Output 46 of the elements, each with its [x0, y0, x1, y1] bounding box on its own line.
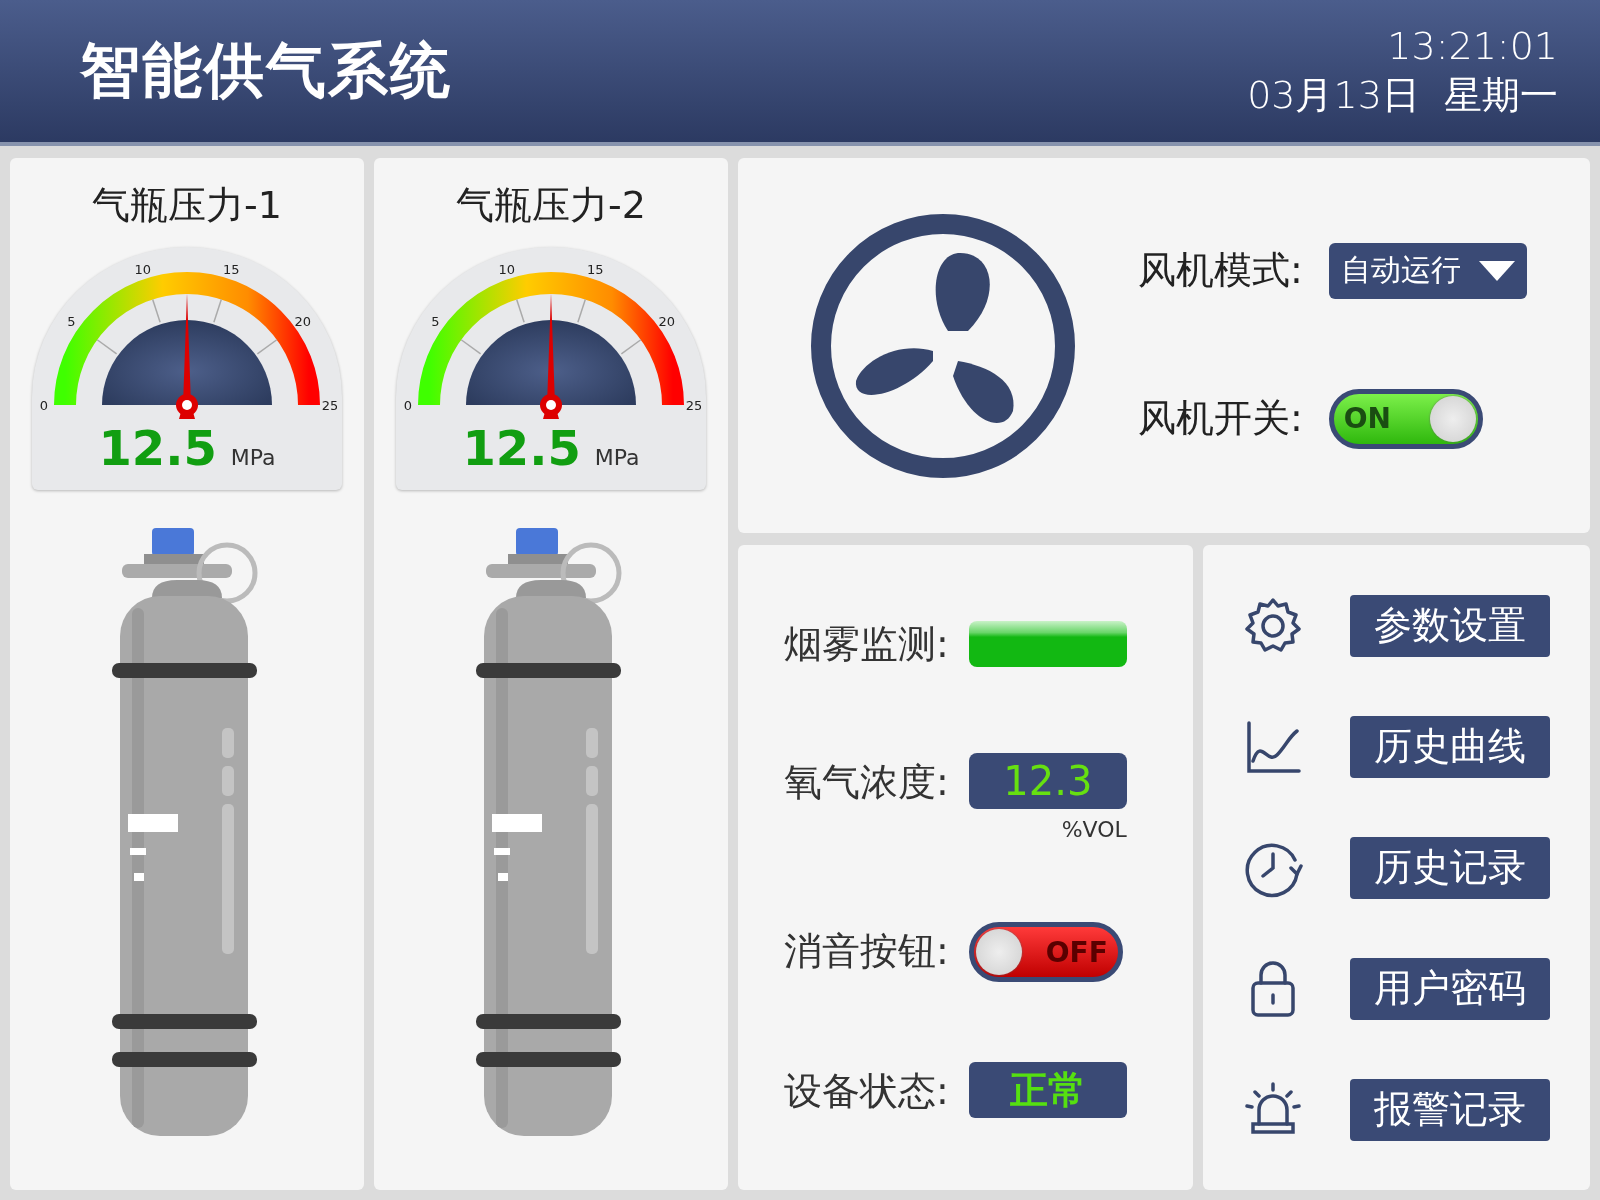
panel-title: 气瓶压力-2	[456, 182, 646, 229]
fan-toggle-switch[interactable]: ON	[1328, 388, 1483, 449]
gauge-tick-label: 10	[498, 262, 516, 277]
monitor-label: 氧气浓度:	[784, 759, 949, 806]
gauge-tick-mark	[96, 339, 118, 355]
clock-date: 03月13日 星期一	[1247, 72, 1558, 119]
clock-time: 13:21:01	[1386, 22, 1558, 70]
fan-switch-label: 风机开关:	[1138, 395, 1303, 442]
oxygen-unit: %VOL	[1061, 817, 1127, 842]
device-status: 正常	[968, 1062, 1127, 1118]
menu-button[interactable]: 用户密码	[1350, 957, 1550, 1020]
gauge-tick-label: 10	[134, 262, 152, 277]
menu-button[interactable]: 历史记录	[1350, 836, 1550, 899]
monitor-label: 烟雾监测:	[784, 621, 949, 668]
gauge-tick-label: 15	[586, 262, 604, 277]
gauge-tick-mark	[577, 298, 587, 323]
pressure-unit: MPa	[594, 445, 640, 470]
gauge-tick-mark	[256, 339, 278, 355]
gauge-tick-mark	[460, 339, 482, 355]
panel-title: 气瓶压力-1	[92, 182, 282, 229]
gauge-tick-mark	[515, 298, 525, 323]
gauge-tick-label: 0	[39, 398, 49, 413]
menu-button[interactable]: 参数设置	[1350, 594, 1550, 657]
gauge-tick-mark	[151, 298, 161, 323]
pressure-value: 12.5	[462, 420, 581, 476]
menu-button[interactable]: 报警记录	[1350, 1078, 1550, 1141]
pressure-value: 12.5	[98, 420, 217, 476]
gauge-tick-label: 0	[403, 398, 413, 413]
fan-mode-dropdown[interactable]: 自动运行	[1328, 242, 1527, 299]
app-title: 智能供气系统	[80, 33, 452, 107]
gauge-tick-label: 5	[431, 313, 440, 329]
gauge-tick-mark	[620, 339, 642, 355]
monitor-label: 消音按钮:	[784, 928, 949, 975]
pressure-unit: MPa	[230, 445, 276, 470]
gauge-tick-label: 25	[685, 398, 701, 413]
gauge-tick-label: 5	[67, 313, 76, 329]
monitor-label: 设备状态:	[784, 1068, 949, 1115]
gauge-tick-label: 20	[658, 313, 675, 329]
gauge-tick-label: 20	[294, 313, 311, 329]
gauge-tick-mark	[213, 298, 223, 323]
fan-mode-label: 风机模式:	[1138, 247, 1303, 294]
gauge-tick-label: 15	[222, 262, 240, 277]
caret-icon	[1478, 260, 1515, 281]
gauge-tick-label: 25	[321, 398, 337, 413]
oxygen-reading: 12.3	[968, 753, 1127, 809]
menu-button[interactable]: 历史曲线	[1350, 715, 1550, 778]
